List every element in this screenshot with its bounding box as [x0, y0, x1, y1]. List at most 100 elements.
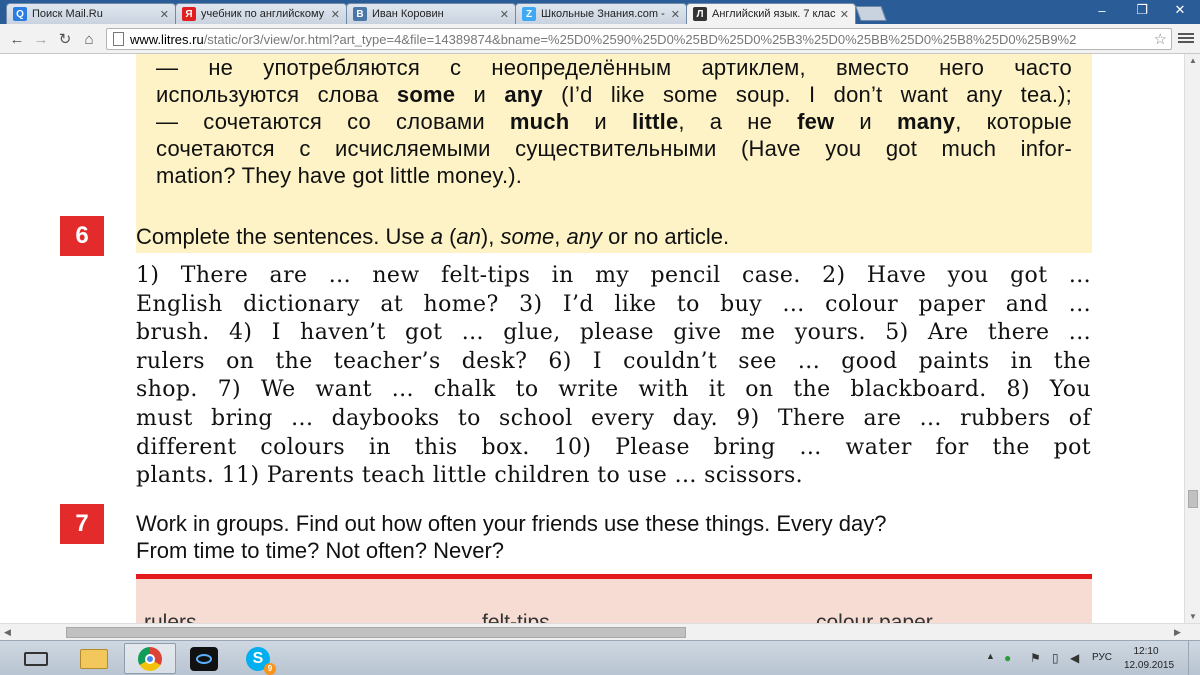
restore-button[interactable]: ❐: [1128, 0, 1156, 20]
exercise-6-line: must bring ... daybooks to school every …: [136, 405, 1091, 431]
tab-title: Поиск Mail.Ru: [32, 8, 103, 20]
reload-button[interactable]: ↻: [54, 29, 76, 49]
skype-badge: 9: [264, 662, 276, 675]
scroll-left-icon[interactable]: ◀: [4, 627, 11, 638]
italic-term: any: [566, 224, 602, 249]
exercise-6-line: 1) There are ... new felt-tips in my pen…: [136, 263, 1091, 288]
address-bar[interactable]: www.litres.ru/static/or3/view/or.html?ar…: [106, 28, 1172, 50]
mail-search-favicon-icon: Q: [13, 7, 27, 21]
vertical-scroll-thumb[interactable]: [1188, 490, 1198, 508]
menu-icon[interactable]: [1178, 31, 1194, 47]
exercise-7-instruction: Work in groups. Find out how often your …: [136, 510, 1091, 564]
book-page: — не употребляются с неопределённым арти…: [0, 54, 1184, 623]
table-header-rulers: rulers: [144, 611, 197, 623]
bookmark-star-icon[interactable]: ☆: [1149, 30, 1167, 48]
browser-toolbar: ← → ↻ ⌂ www.litres.ru/static/or3/view/or…: [0, 24, 1200, 54]
bold-term: many: [896, 109, 956, 134]
exercise-7-line: From time to time? Not often? Never?: [136, 538, 505, 563]
exercise-6-line: different colours in this box. 10) Pleas…: [136, 434, 1091, 460]
vertical-scrollbar[interactable]: ▲ ▼: [1184, 54, 1200, 623]
italic-term: a: [430, 224, 443, 249]
znanija-favicon-icon: Z: [522, 7, 536, 21]
tab-title: учебник по английскому: [201, 8, 325, 20]
player-app[interactable]: [178, 643, 230, 674]
url-host: www.litres.ru: [130, 31, 204, 47]
chrome-icon: [138, 646, 162, 671]
close-icon[interactable]: ✕: [840, 8, 849, 21]
skype-app[interactable]: S9: [232, 643, 284, 675]
tab-mail-search[interactable]: Q Поиск Mail.Ru ✕: [6, 3, 176, 24]
exercise-6-line: English dictionary at home? 3) I’d like …: [136, 291, 1091, 317]
back-button[interactable]: ←: [6, 29, 28, 49]
italic-term: some: [500, 224, 555, 249]
keyboard-icon: [24, 651, 48, 666]
close-icon[interactable]: ✕: [500, 8, 509, 21]
close-icon[interactable]: ✕: [671, 8, 680, 21]
home-button[interactable]: ⌂: [78, 29, 100, 49]
bold-term: any: [504, 82, 543, 107]
close-window-button[interactable]: ✕: [1166, 0, 1194, 20]
clock-date: 12.09.2015: [1124, 660, 1175, 671]
tab-title: Английский язык. 7 класс: [712, 8, 836, 20]
exercise-6-line: rulers on the teacher’s desk? 6) I could…: [136, 348, 1091, 374]
scroll-right-icon[interactable]: ▶: [1174, 627, 1181, 638]
italic-term: an: [456, 224, 481, 249]
eye-icon: [190, 646, 218, 671]
exercise-6-line: plants. 11) Parents teach little childre…: [136, 463, 804, 489]
exercise-6-text: 1) There are ... new felt-tips in my pen…: [136, 262, 1091, 491]
system-clock[interactable]: 12:10 12.09.2015: [1124, 645, 1175, 673]
tab-title: Иван Коровин: [372, 8, 444, 20]
browser-window: Q Поиск Mail.Ru ✕ Я учебник по английско…: [0, 0, 1200, 675]
rule-line: — не употребляются с неопределённым арти…: [156, 55, 1072, 80]
scroll-up-icon[interactable]: ▲: [1189, 56, 1197, 65]
folder-icon: [80, 648, 108, 669]
yandex-favicon-icon: Я: [182, 7, 196, 21]
close-icon[interactable]: ✕: [160, 8, 169, 21]
new-tab-button[interactable]: [855, 6, 887, 21]
chrome-app[interactable]: [124, 643, 176, 674]
volume-icon[interactable]: ◀: [1070, 651, 1079, 665]
bold-term: some: [396, 82, 456, 107]
clock-time: 12:10: [1133, 646, 1159, 657]
horizontal-scroll-thumb[interactable]: [66, 627, 686, 638]
usage-table: rulers felt-tips colour paper: [136, 574, 1092, 623]
keyboard-app[interactable]: [10, 643, 62, 674]
table-header-colour-paper: colour paper: [816, 611, 933, 623]
flag-icon[interactable]: ⚑: [1030, 651, 1041, 665]
forward-button[interactable]: →: [30, 29, 52, 49]
tab-znanija[interactable]: Z Школьные Знания.com - ✕: [515, 3, 687, 24]
tab-title: Школьные Знания.com -: [541, 8, 665, 20]
exercise-6-line: brush. 4) I haven’t got ... glue, please…: [136, 320, 1091, 346]
battery-icon[interactable]: ▯: [1052, 651, 1059, 665]
input-language[interactable]: РУС: [1092, 652, 1112, 663]
exercise-7-number: 7: [60, 504, 104, 544]
litres-favicon-icon: Л: [693, 7, 707, 21]
tab-vk-profile[interactable]: В Иван Коровин ✕: [346, 3, 516, 24]
url-path: /static/or3/view/or.html?art_type=4&file…: [203, 31, 1077, 47]
table-header-felt-tips: felt-tips: [482, 611, 550, 623]
bold-term: few: [797, 109, 835, 134]
exercise-6-line: shop. 7) We want ... chalk to write with…: [136, 377, 1091, 403]
page-icon: [113, 32, 124, 46]
network-status-icon[interactable]: ●: [1004, 651, 1011, 665]
horizontal-scrollbar[interactable]: ◀ ▶: [0, 623, 1200, 640]
explorer-app[interactable]: [68, 643, 120, 674]
scroll-down-icon[interactable]: ▼: [1189, 612, 1197, 621]
rule-line: используются слова some и any (I’d like …: [156, 82, 1072, 107]
tab-strip: Q Поиск Mail.Ru ✕ Я учебник по английско…: [0, 0, 1200, 24]
skype-letter: S: [252, 649, 264, 667]
tab-litres-book[interactable]: Л Английский язык. 7 класс ✕: [686, 3, 856, 24]
tab-yandex-search[interactable]: Я учебник по английскому ✕: [175, 3, 347, 24]
show-desktop-button[interactable]: [1188, 641, 1200, 675]
minimize-button[interactable]: –: [1088, 0, 1116, 20]
bold-term: much: [509, 109, 570, 134]
close-icon[interactable]: ✕: [331, 8, 340, 21]
rule-line: — сочетаются со словами much и little, а…: [156, 109, 1072, 134]
exercise-6-number: 6: [60, 216, 104, 256]
tray-chevron-icon[interactable]: ▲: [986, 651, 995, 661]
taskbar: S9 ▲ ● ⚑ ▯ ◀ РУС 12:10 12.09.2015: [0, 640, 1200, 675]
skype-icon: S9: [246, 646, 276, 675]
vk-favicon-icon: В: [353, 7, 367, 21]
bold-term: little: [631, 109, 679, 134]
rule-line: mation? They have got little money.).: [156, 163, 523, 188]
